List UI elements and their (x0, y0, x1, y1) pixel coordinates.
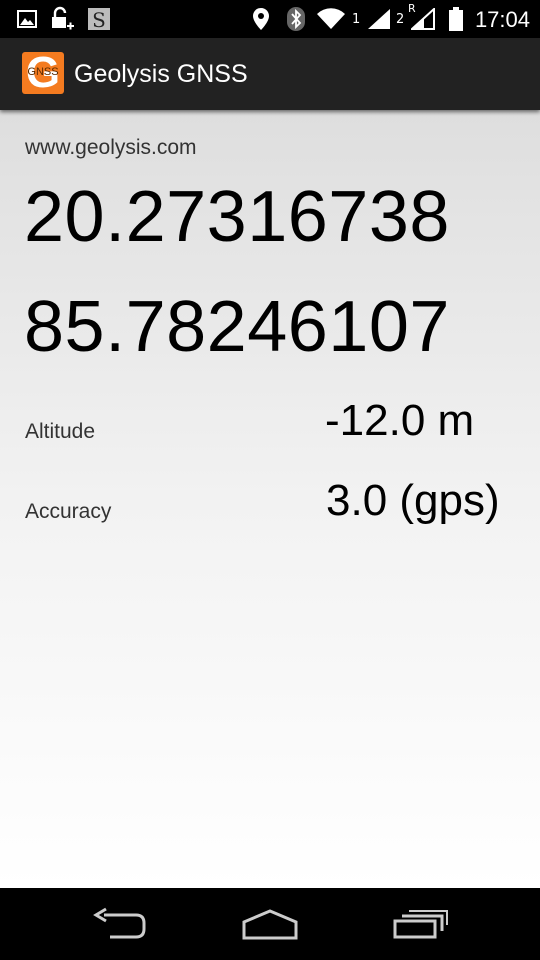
app-logo-text: GNSS (27, 66, 59, 78)
navigation-bar (0, 888, 540, 960)
home-icon (242, 909, 298, 940)
home-button[interactable] (220, 888, 320, 960)
signal-2-icon (410, 0, 436, 38)
action-bar: G GNSS Geolysis GNSS (0, 38, 540, 110)
app-title: Geolysis GNSS (74, 60, 248, 88)
lock-plus-icon (50, 0, 76, 38)
accuracy-value: 3.0 (gps) (326, 476, 500, 525)
accuracy-label: Accuracy (25, 500, 112, 523)
location-icon (250, 0, 272, 38)
bluetooth-icon (284, 0, 308, 38)
main-content: www.geolysis.com 20.27316738 85.78246107… (0, 110, 540, 888)
recent-apps-button[interactable] (370, 888, 470, 960)
back-icon (93, 907, 146, 939)
latitude-value: 20.27316738 (24, 177, 450, 257)
altitude-value: -12.0 m (325, 396, 475, 445)
back-button[interactable] (70, 888, 170, 960)
signal-1-icon (366, 0, 392, 38)
clock: 17:04 (474, 7, 530, 32)
sim2-label: 2 (396, 12, 405, 27)
status-bar: S 1 2 R 17:04 (0, 0, 540, 38)
gallery-icon (16, 0, 38, 38)
wifi-icon (316, 0, 346, 38)
longitude-value: 85.78246107 (24, 287, 450, 367)
website-link[interactable]: www.geolysis.com (25, 136, 197, 160)
battery-icon (446, 0, 466, 38)
recent-apps-icon (393, 910, 448, 939)
svg-text:S: S (92, 8, 106, 30)
app-logo-icon[interactable]: G GNSS (22, 52, 64, 94)
altitude-label: Altitude (25, 420, 96, 443)
s-app-icon: S (87, 0, 111, 38)
sim1-label: 1 (352, 12, 361, 27)
